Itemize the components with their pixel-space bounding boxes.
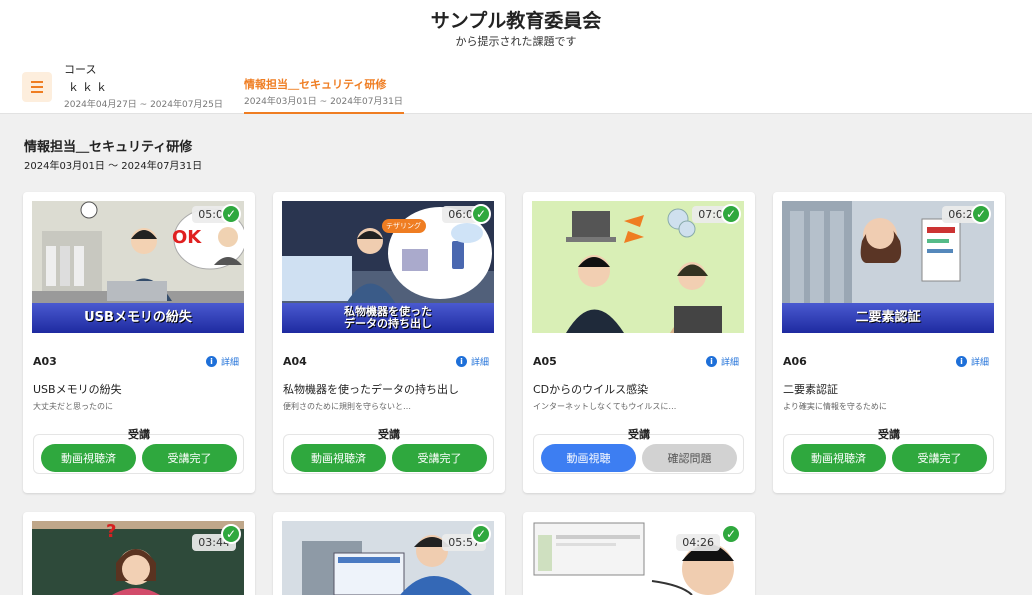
- course-card-a03[interactable]: ✓ 05:05 OK USBメモリの紛失 A03 i 詳細 USBメモリの紛失 大…: [23, 192, 255, 493]
- video-duration: 04:26: [676, 534, 720, 551]
- course-card-a04[interactable]: ✓ 06:00 テザリング 私物機器を使った データの持ち出し A04 i 詳細 …: [273, 192, 505, 493]
- header: サンプル教育委員会 から提示された課題です コース ｋｋｋ 2024年04月27…: [0, 0, 1032, 114]
- completed-check-icon: ✓: [221, 524, 241, 544]
- thumbnail-banner: USBメモリの紛失: [32, 303, 244, 333]
- course-subtitle: 便利さのために規則を守らないと…: [283, 402, 411, 411]
- tab-course-name: ｋｋｋ: [68, 81, 110, 94]
- video-thumbnail[interactable]: ✓ 07:03: [532, 201, 744, 333]
- tab-course-kkk[interactable]: コース ｋｋｋ 2024年04月27日 ~ 2024年07月25日: [64, 60, 234, 114]
- attend-label: 受講: [878, 428, 900, 441]
- completed-check-icon: ✓: [971, 204, 991, 224]
- completed-check-icon: ✓: [471, 524, 491, 544]
- completed-check-icon: ✓: [471, 204, 491, 224]
- course-title: CDからのウイルス感染: [533, 383, 649, 396]
- detail-link[interactable]: i 詳細: [455, 355, 489, 368]
- thumbnail-overlay-text: OK: [172, 227, 202, 248]
- course-card[interactable]: ✓ 04:26: [523, 512, 755, 595]
- info-icon: i: [955, 356, 967, 367]
- thumbnail-banner: 二要素認証: [782, 303, 994, 333]
- course-title: USBメモリの紛失: [33, 383, 122, 396]
- course-card[interactable]: ✓ 05:57: [273, 512, 505, 595]
- attend-label: 受講: [378, 428, 400, 441]
- course-title: 二要素認証: [783, 383, 838, 396]
- completed-button[interactable]: 受講完了: [892, 444, 987, 472]
- watch-video-button[interactable]: 動画視聴: [541, 444, 636, 472]
- completed-button[interactable]: 受講完了: [392, 444, 487, 472]
- section-dates: 2024年03月01日 〜 2024年07月31日: [24, 161, 203, 172]
- hamburger-icon: [31, 81, 43, 83]
- screen-stress-illustration: [532, 521, 744, 595]
- question-mark-icon: ?: [106, 521, 117, 542]
- thumbnail-overlay-text: テザリング: [386, 222, 421, 230]
- section-title: 情報担当＿セキュリティ研修: [24, 140, 193, 155]
- course-card-a06[interactable]: ✓ 06:29 二要素認証 A06 i 詳細 二要素認証 より確実に情報を守るため…: [773, 192, 1005, 493]
- course-code: A03: [33, 355, 57, 368]
- course-subtitle: インターネットしなくてもウイルスに…: [533, 402, 677, 411]
- video-thumbnail[interactable]: ✓ 05:05 OK USBメモリの紛失: [32, 201, 244, 333]
- course-subtitle: より確実に情報を守るために: [783, 402, 887, 411]
- completed-check-icon: ✓: [221, 204, 241, 224]
- menu-button[interactable]: [22, 72, 52, 102]
- tab-label: コース: [64, 63, 97, 76]
- detail-link[interactable]: i 詳細: [205, 355, 239, 368]
- attend-label: 受講: [628, 428, 650, 441]
- quiz-button[interactable]: 確認問題: [642, 444, 737, 472]
- course-subtitle: 大丈夫だと思ったのに: [33, 402, 113, 411]
- watched-button[interactable]: 動画視聴済: [41, 444, 136, 472]
- tab-security-training[interactable]: 情報担当＿セキュリティ研修 2024年03月01日 ~ 2024年07月31日: [244, 60, 404, 114]
- office-pc-illustration: [282, 521, 494, 595]
- course-code: A04: [283, 355, 307, 368]
- detail-link[interactable]: i 詳細: [955, 355, 989, 368]
- info-icon: i: [705, 356, 717, 367]
- video-thumbnail[interactable]: ✓ 05:57: [282, 521, 494, 595]
- thumbnail-banner: 私物機器を使った データの持ち出し: [282, 303, 494, 333]
- info-icon: i: [205, 356, 217, 367]
- watched-button[interactable]: 動画視聴済: [791, 444, 886, 472]
- completed-check-icon: ✓: [721, 524, 741, 544]
- completed-check-icon: ✓: [721, 204, 741, 224]
- tab-dates: 2024年04月27日 ~ 2024年07月25日: [64, 100, 223, 110]
- attend-label: 受講: [128, 428, 150, 441]
- video-thumbnail[interactable]: ✓ 06:29 二要素認証: [782, 201, 994, 333]
- watched-button[interactable]: 動画視聴済: [291, 444, 386, 472]
- org-subtitle: から提示された課題です: [455, 35, 577, 48]
- course-code: A06: [783, 355, 807, 368]
- video-thumbnail[interactable]: ✓ 04:26: [532, 521, 744, 595]
- completed-button[interactable]: 受講完了: [142, 444, 237, 472]
- video-thumbnail[interactable]: ? ✓ 03:44: [32, 521, 244, 595]
- question-girl-illustration: [32, 521, 244, 595]
- course-card[interactable]: ? ✓ 03:44: [23, 512, 255, 595]
- course-title: 私物機器を使ったデータの持ち出し: [283, 383, 459, 396]
- tab-dates: 2024年03月01日 ~ 2024年07月31日: [244, 97, 403, 107]
- info-icon: i: [455, 356, 467, 367]
- video-thumbnail[interactable]: ✓ 06:00 テザリング 私物機器を使った データの持ち出し: [282, 201, 494, 333]
- detail-link[interactable]: i 詳細: [705, 355, 739, 368]
- course-code: A05: [533, 355, 557, 368]
- course-card-a05[interactable]: ✓ 07:03 A05 i 詳細 CDからのウイルス感染 インターネットしなくても…: [523, 192, 755, 493]
- tab-label: 情報担当＿セキュリティ研修: [244, 78, 387, 91]
- org-title: サンプル教育委員会: [430, 10, 602, 32]
